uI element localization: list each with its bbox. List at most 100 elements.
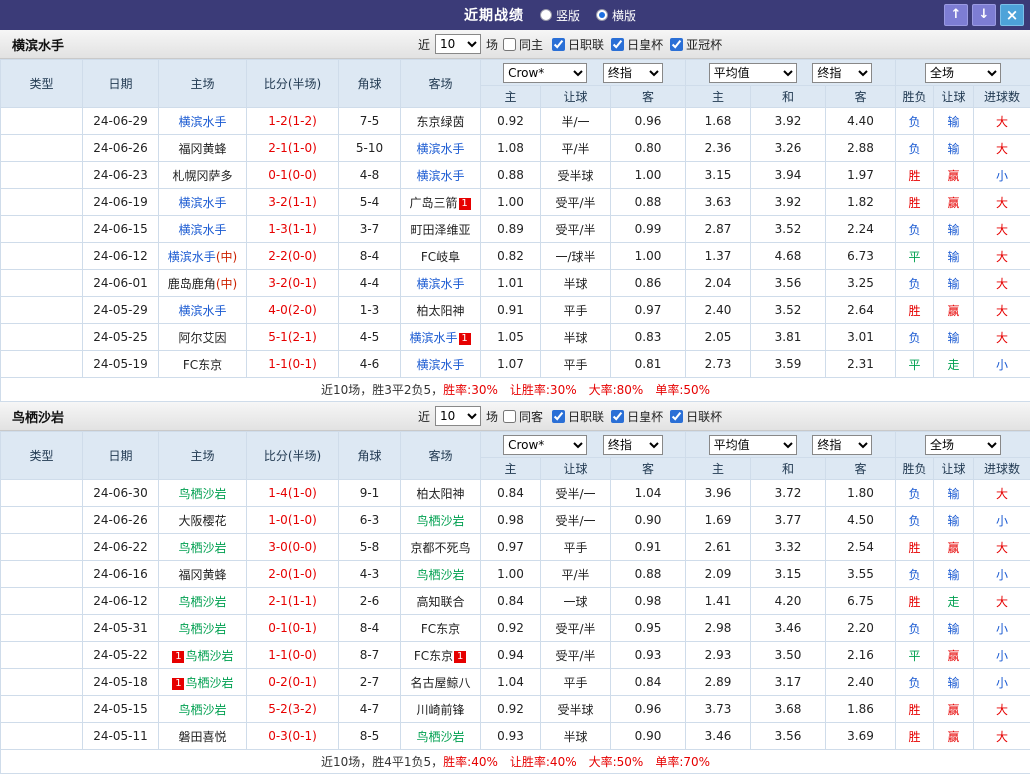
average-odds-select[interactable]: 平均值: [709, 435, 797, 455]
scroll-down-button[interactable]: ↓: [972, 4, 996, 26]
team-link[interactable]: 横滨水手: [416, 358, 464, 372]
team-link[interactable]: 鸟栖沙岩: [416, 730, 464, 744]
team-link[interactable]: 横滨水手: [416, 169, 464, 183]
team-link[interactable]: 大阪樱花: [178, 514, 226, 528]
team-link[interactable]: 横滨水手: [178, 304, 226, 318]
league-checkbox-input[interactable]: [552, 410, 565, 423]
score[interactable]: 3-2(0-1): [247, 270, 339, 297]
same-venue-checkbox[interactable]: 同主: [503, 36, 543, 53]
team-link[interactable]: 鸟栖沙岩: [178, 622, 226, 636]
league-checkbox[interactable]: 亚冠杯: [670, 36, 722, 53]
score[interactable]: 0-2(0-1): [247, 669, 339, 696]
league-checkbox-input[interactable]: [670, 410, 683, 423]
team-link[interactable]: 横滨水手: [178, 115, 226, 129]
score[interactable]: 2-0(1-0): [247, 561, 339, 588]
team-link[interactable]: 广岛三箭: [409, 196, 457, 210]
team-link[interactable]: 京都不死鸟: [410, 541, 470, 555]
team-link[interactable]: FC东京: [183, 358, 222, 372]
league-checkbox[interactable]: 日皇杯: [611, 408, 663, 425]
league-checkbox[interactable]: 日职联: [552, 36, 604, 53]
team-link[interactable]: FC东京: [414, 649, 453, 663]
team-link[interactable]: 高知联合: [416, 595, 464, 609]
score[interactable]: 3-2(1-1): [247, 189, 339, 216]
score[interactable]: 1-0(1-0): [247, 507, 339, 534]
team-link[interactable]: FC东京: [421, 622, 460, 636]
team-link[interactable]: 横滨水手: [409, 331, 457, 345]
team-link[interactable]: 川崎前锋: [416, 703, 464, 717]
final-odds-select[interactable]: 终指: [603, 63, 663, 83]
team-link[interactable]: 鸟栖沙岩: [185, 676, 233, 690]
score[interactable]: 2-1(1-1): [247, 588, 339, 615]
final-odds-select[interactable]: 终指: [603, 435, 663, 455]
same-venue-input[interactable]: [503, 38, 516, 51]
score[interactable]: 0-3(0-1): [247, 723, 339, 750]
corner-score: 4-5: [339, 324, 401, 351]
score[interactable]: 1-4(1-0): [247, 480, 339, 507]
league-checkbox-input[interactable]: [611, 410, 624, 423]
score[interactable]: 1-3(1-1): [247, 216, 339, 243]
score[interactable]: 1-2(1-2): [247, 108, 339, 135]
score[interactable]: 5-1(2-1): [247, 324, 339, 351]
close-button[interactable]: ×: [1000, 4, 1024, 26]
match-count-select[interactable]: 10: [435, 34, 481, 54]
average-odds-select[interactable]: 平均值: [709, 63, 797, 83]
team-link[interactable]: 鸟栖沙岩: [178, 487, 226, 501]
team-link[interactable]: 福冈黄蜂: [178, 142, 226, 156]
score[interactable]: 2-2(0-0): [247, 243, 339, 270]
team-link[interactable]: 柏太阳神: [416, 487, 464, 501]
team-link[interactable]: 横滨水手: [416, 142, 464, 156]
league-checkbox[interactable]: 日联杯: [670, 408, 722, 425]
horizontal-layout-radio[interactable]: 横版: [596, 7, 636, 24]
score[interactable]: 4-0(2-0): [247, 297, 339, 324]
score[interactable]: 0-1(0-1): [247, 615, 339, 642]
team-link[interactable]: 柏太阳神: [416, 304, 464, 318]
team-link[interactable]: 鸟栖沙岩: [178, 541, 226, 555]
team-link[interactable]: 东京绿茵: [416, 115, 464, 129]
score[interactable]: 1-1(0-0): [247, 642, 339, 669]
score[interactable]: 1-1(0-1): [247, 351, 339, 378]
full-match-select[interactable]: 全场: [925, 63, 1001, 83]
match-date: 24-05-25: [83, 324, 159, 351]
league-checkbox[interactable]: 日职联: [552, 408, 604, 425]
league-checkbox-input[interactable]: [611, 38, 624, 51]
team-link[interactable]: 鸟栖沙岩: [185, 649, 233, 663]
same-venue-checkbox[interactable]: 同客: [503, 408, 543, 425]
match-count-select[interactable]: 10: [435, 406, 481, 426]
final-odds-select[interactable]: 终指: [812, 63, 872, 83]
odds-company-select[interactable]: Crow*: [503, 435, 587, 455]
league-badge: 日皇杯: [1, 243, 83, 270]
score[interactable]: 0-1(0-0): [247, 162, 339, 189]
ah-home-odds: 1.00: [481, 189, 541, 216]
league-checkbox-input[interactable]: [552, 38, 565, 51]
final-odds-select[interactable]: 终指: [812, 435, 872, 455]
score[interactable]: 5-2(3-2): [247, 696, 339, 723]
team-link[interactable]: 阿尔艾因: [178, 331, 226, 345]
team-link[interactable]: 鸟栖沙岩: [178, 595, 226, 609]
score[interactable]: 3-0(0-0): [247, 534, 339, 561]
red-card-badge: 1: [459, 333, 471, 345]
full-match-select[interactable]: 全场: [925, 435, 1001, 455]
score[interactable]: 2-1(1-0): [247, 135, 339, 162]
team-link[interactable]: 福冈黄蜂: [178, 568, 226, 582]
team-link[interactable]: 鹿岛鹿角: [168, 277, 216, 291]
team-link[interactable]: 鸟栖沙岩: [178, 703, 226, 717]
team-link[interactable]: 横滨水手: [168, 250, 216, 264]
league-checkbox-input[interactable]: [670, 38, 683, 51]
match-date: 24-06-12: [83, 243, 159, 270]
team-link[interactable]: 磐田喜悦: [178, 730, 226, 744]
team-link[interactable]: 横滨水手: [416, 277, 464, 291]
match-row: 日职联 24-06-26 大阪樱花 1-0(1-0) 6-3 鸟栖沙岩 0.98…: [1, 507, 1030, 534]
team-link[interactable]: 名古屋鲸八: [410, 676, 470, 690]
league-checkbox[interactable]: 日皇杯: [611, 36, 663, 53]
vertical-layout-radio[interactable]: 竖版: [540, 7, 580, 24]
team-link[interactable]: 町田泽维亚: [410, 223, 470, 237]
team-link[interactable]: 鸟栖沙岩: [416, 514, 464, 528]
scroll-up-button[interactable]: ↑: [944, 4, 968, 26]
team-link[interactable]: 札幌冈萨多: [172, 169, 232, 183]
same-venue-input[interactable]: [503, 410, 516, 423]
odds-company-select[interactable]: Crow*: [503, 63, 587, 83]
team-link[interactable]: 横滨水手: [178, 196, 226, 210]
team-link[interactable]: 鸟栖沙岩: [416, 568, 464, 582]
team-link[interactable]: 横滨水手: [178, 223, 226, 237]
team-link[interactable]: FC岐阜: [421, 250, 460, 264]
